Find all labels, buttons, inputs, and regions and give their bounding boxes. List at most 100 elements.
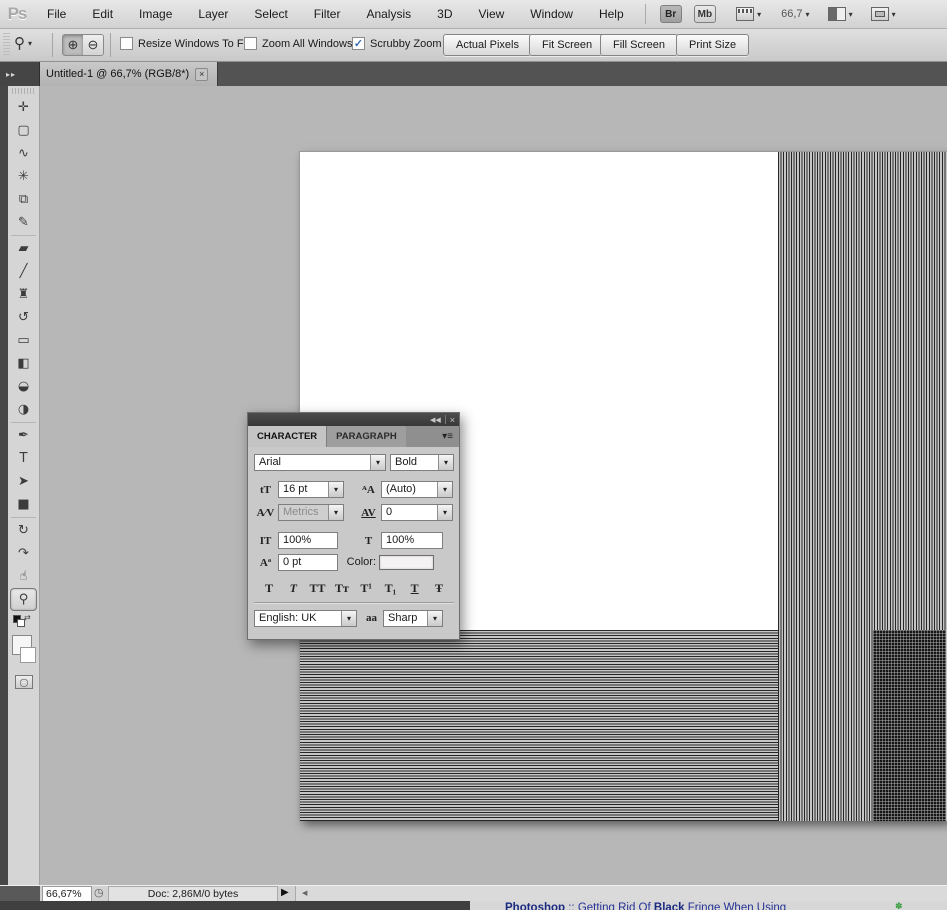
- panel-title-bar[interactable]: ◀◀ ×: [248, 413, 459, 426]
- font-style-select[interactable]: Bold ▾: [390, 454, 454, 471]
- crop-tool[interactable]: ⧉: [8, 188, 39, 211]
- fill-screen-button[interactable]: Fill Screen: [600, 34, 678, 56]
- font-size-select[interactable]: 16 pt ▾: [278, 481, 344, 498]
- checkbox-box-checked[interactable]: ✓: [352, 37, 365, 50]
- resize-windows-checkbox[interactable]: Resize Windows To Fit: [120, 37, 249, 50]
- text-color-swatch[interactable]: [379, 555, 434, 570]
- status-flyout-icon[interactable]: ▶: [281, 887, 289, 898]
- baseline-shift-field[interactable]: 0 pt: [278, 554, 338, 571]
- eyedropper-tool[interactable]: ✎: [8, 211, 39, 234]
- strikethrough-button[interactable]: Ŧ: [428, 581, 450, 596]
- default-colors-control[interactable]: ⇄: [13, 615, 31, 629]
- scrubby-zoom-checkbox[interactable]: ✓ Scrubby Zoom: [352, 37, 442, 50]
- chevron-down-icon[interactable]: ▾: [341, 611, 356, 626]
- kerning-select[interactable]: Metrics ▾: [278, 504, 344, 521]
- zoom-out-button[interactable]: ⊖: [83, 35, 103, 55]
- all-caps-button[interactable]: TT: [307, 581, 329, 596]
- launch-bridge-button[interactable]: Br: [660, 5, 682, 23]
- zoom-tool[interactable]: ⚲: [10, 588, 37, 611]
- faux-bold-button[interactable]: T: [258, 581, 280, 596]
- clone-stamp-tool[interactable]: ♜: [8, 283, 39, 306]
- small-caps-button[interactable]: Tᴛ: [331, 581, 353, 596]
- zoom-level-field[interactable]: 66,7: [781, 8, 802, 20]
- eraser-tool[interactable]: ▭: [8, 329, 39, 352]
- hand-tool[interactable]: ☝: [8, 565, 39, 588]
- arrange-documents-dropdown-icon[interactable]: ▾: [849, 10, 853, 19]
- zoom-level-dropdown-icon[interactable]: ▾: [806, 10, 810, 19]
- screen-mode-icon[interactable]: [871, 7, 889, 21]
- subscript-button[interactable]: T₁: [379, 581, 401, 596]
- superscript-button[interactable]: T¹: [355, 581, 377, 596]
- chevron-down-icon[interactable]: ▾: [437, 505, 452, 520]
- horizontal-scrollbar[interactable]: [295, 886, 947, 902]
- brush-tool[interactable]: ╱: [8, 260, 39, 283]
- toolbar-grip[interactable]: [12, 88, 35, 94]
- rectangular-marquee-tool[interactable]: ▢: [8, 119, 39, 142]
- faux-italic-button[interactable]: T: [282, 581, 304, 596]
- move-tool[interactable]: ✛: [8, 96, 39, 119]
- spot-healing-brush-tool[interactable]: ▰: [8, 237, 39, 260]
- chevron-down-icon[interactable]: ▾: [427, 611, 442, 626]
- tracking-select[interactable]: 0 ▾: [381, 504, 453, 521]
- horizontal-scale-field[interactable]: 100%: [381, 532, 443, 549]
- 3d-rotate-tool[interactable]: ↻: [8, 519, 39, 542]
- zoom-tool-preset[interactable]: ⚲ ▾: [14, 34, 36, 52]
- menu-select[interactable]: Select: [241, 0, 300, 29]
- quick-mask-button[interactable]: ◯: [15, 675, 33, 689]
- chevron-down-icon[interactable]: ▾: [328, 505, 343, 520]
- menu-help[interactable]: Help: [586, 0, 637, 29]
- gradient-tool[interactable]: ◧: [8, 352, 39, 375]
- arrange-documents-icon[interactable]: [828, 7, 846, 21]
- menu-edit[interactable]: Edit: [79, 0, 126, 29]
- background-color-swatch[interactable]: [20, 647, 36, 663]
- checkbox-box[interactable]: [120, 37, 133, 50]
- menu-filter[interactable]: Filter: [301, 0, 354, 29]
- chevron-down-icon[interactable]: ▾: [438, 455, 453, 470]
- toolbar-collapse-header[interactable]: ▸▸: [0, 62, 40, 86]
- print-size-button[interactable]: Print Size: [676, 34, 749, 56]
- path-selection-tool[interactable]: ➤: [8, 470, 39, 493]
- horizontal-stripe-pattern[interactable]: [300, 630, 778, 821]
- chevron-down-icon[interactable]: ▾: [370, 455, 385, 470]
- language-select[interactable]: English: UK ▾: [254, 610, 357, 627]
- menu-file[interactable]: File: [34, 0, 79, 29]
- fit-screen-button[interactable]: Fit Screen: [529, 34, 605, 56]
- pen-tool[interactable]: ✒: [8, 424, 39, 447]
- view-extras-icon[interactable]: [736, 7, 754, 21]
- checkbox-box[interactable]: [244, 37, 257, 50]
- scroll-left-icon[interactable]: ◀: [302, 889, 307, 897]
- tab-character[interactable]: CHARACTER: [248, 426, 326, 447]
- screen-mode-dropdown-icon[interactable]: ▾: [892, 10, 896, 19]
- dodge-tool[interactable]: ◑: [8, 398, 39, 421]
- anti-alias-select[interactable]: Sharp ▾: [383, 610, 443, 627]
- 3d-orbit-tool[interactable]: ↷: [8, 542, 39, 565]
- menu-layer[interactable]: Layer: [185, 0, 241, 29]
- font-family-select[interactable]: Arial ▾: [254, 454, 386, 471]
- document-tab[interactable]: Untitled-1 @ 66,7% (RGB/8*) ×: [40, 62, 218, 86]
- background-page-link[interactable]: Photoshop :: Getting Rid Of Black Fringe…: [505, 902, 786, 910]
- view-extras-dropdown-icon[interactable]: ▾: [757, 10, 761, 19]
- menu-view[interactable]: View: [465, 0, 517, 29]
- menu-analysis[interactable]: Analysis: [353, 0, 424, 29]
- swap-colors-icon[interactable]: ⇄: [24, 613, 31, 622]
- status-zoom-field[interactable]: 66,67%: [42, 886, 92, 902]
- chevron-down-icon[interactable]: ▾: [328, 482, 343, 497]
- options-bar-grip[interactable]: [3, 33, 10, 57]
- leading-select[interactable]: (Auto) ▾: [381, 481, 453, 498]
- canvas-area[interactable]: [40, 86, 947, 885]
- panel-menu-icon[interactable]: ▾≡: [442, 426, 459, 447]
- lasso-tool[interactable]: ∿: [8, 142, 39, 165]
- chevron-down-icon[interactable]: ▾: [437, 482, 452, 497]
- rectangle-tool[interactable]: ■: [8, 493, 39, 516]
- zoom-in-button[interactable]: ⊕: [63, 35, 83, 55]
- actual-pixels-button[interactable]: Actual Pixels: [443, 34, 532, 56]
- blur-tool[interactable]: ◒: [8, 375, 39, 398]
- close-icon[interactable]: ×: [195, 68, 208, 81]
- menu-3d[interactable]: 3D: [424, 0, 465, 29]
- vertical-scale-field[interactable]: 100%: [278, 532, 338, 549]
- crosshatch-pattern-block[interactable]: [873, 630, 946, 821]
- tool-preset-dropdown-icon[interactable]: ▾: [28, 39, 32, 48]
- type-tool[interactable]: T: [8, 447, 39, 470]
- underline-button[interactable]: T: [404, 581, 426, 596]
- zoom-all-windows-checkbox[interactable]: Zoom All Windows: [244, 37, 352, 50]
